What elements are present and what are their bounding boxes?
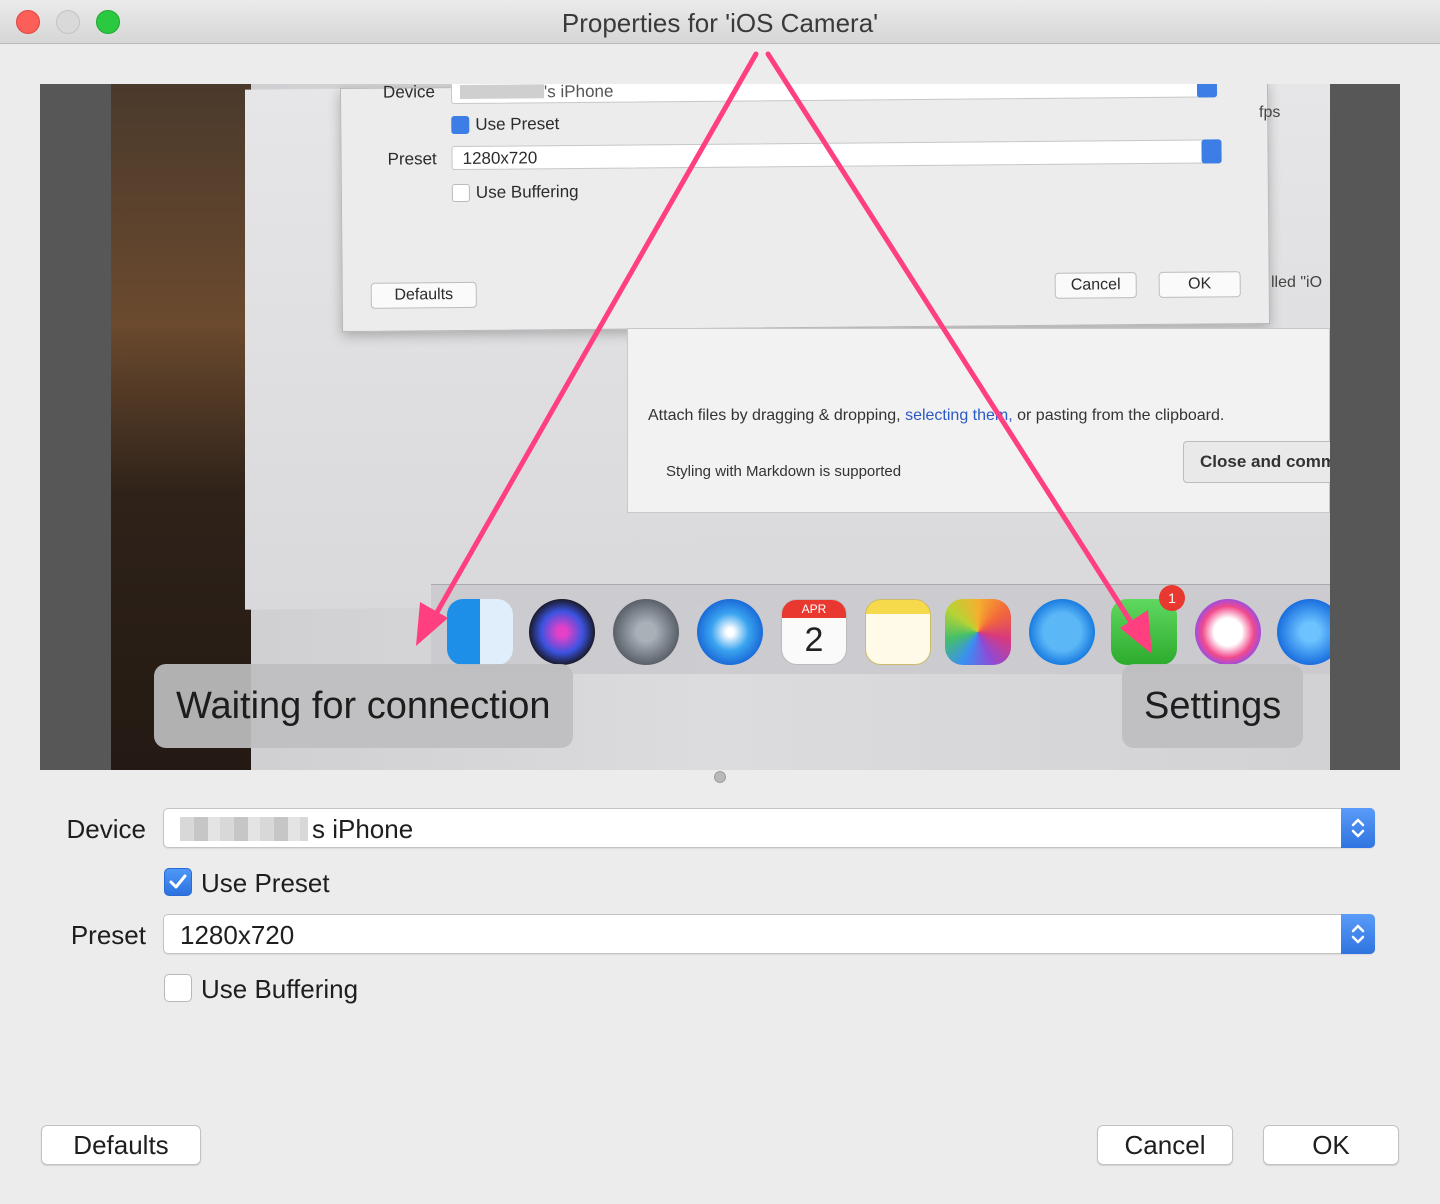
device-select-value: s iPhone [180, 814, 413, 845]
photo-attach-prefix: Attach files by dragging & dropping, [648, 407, 901, 424]
preset-select[interactable]: 1280x720 [163, 914, 1375, 954]
siri-icon [529, 599, 595, 665]
preset-label: Preset [70, 920, 146, 950]
preview-resize-handle[interactable] [714, 771, 726, 783]
photo-side-called-text: lled "iO [1271, 274, 1323, 291]
photo-dock: APR 2 1 [431, 584, 1330, 674]
finder-icon [447, 599, 513, 665]
photo-attach-suffix: or pasting from the clipboard. [1017, 407, 1225, 424]
use-buffering-checkbox[interactable] [164, 974, 192, 1002]
preset-stepper[interactable] [1341, 914, 1375, 954]
device-stepper[interactable] [1341, 808, 1375, 848]
window-title: Properties for 'iOS Camera' [561, 8, 879, 38]
photo-fps-text: fps [1259, 104, 1281, 121]
photo-buffering-checkbox [451, 183, 470, 203]
photo-device-stepper [1196, 84, 1218, 98]
itunes-icon [1195, 599, 1261, 665]
safari-icon [697, 599, 763, 665]
chevron-up-down-icon [1351, 924, 1365, 944]
photo-attach-text: Attach files by dragging & dropping, sel… [648, 407, 1224, 425]
calendar-month: APR [782, 600, 846, 618]
photos-icon [945, 599, 1011, 665]
facetime-badge: 1 [1159, 585, 1185, 611]
photo-defaults-button: Defaults [370, 281, 477, 309]
device-select-text: s iPhone [312, 814, 414, 844]
photo-preset-value: 1280x720 [462, 148, 538, 168]
app-store-icon [1277, 599, 1330, 665]
photo-cancel-button: Cancel [1054, 272, 1137, 299]
settings-overlay-button[interactable]: Settings [1122, 664, 1304, 748]
photo-use-preset-label: Use Preset [475, 114, 560, 134]
photo-device-field: 's iPhone [450, 84, 1218, 105]
use-preset-label[interactable]: Use Preset [201, 868, 330, 899]
checkmark-icon [169, 874, 187, 889]
notes-icon [865, 599, 931, 665]
photo-attach-link: selecting them, [905, 407, 1013, 424]
preset-select-value: 1280x720 [180, 920, 295, 950]
photo-use-buffering-label: Use Buffering [475, 181, 579, 202]
use-preset-checkbox[interactable] [164, 868, 192, 896]
waiting-for-connection-label: Waiting for connection [154, 664, 573, 748]
title-bar: Properties for 'iOS Camera' [0, 0, 1440, 44]
defaults-button[interactable]: Defaults [41, 1125, 201, 1165]
photo-markdown-text: Styling with Markdown is supported [666, 463, 902, 480]
device-label: Device [66, 814, 146, 844]
facetime-icon: 1 [1111, 585, 1185, 665]
photo-preset-label: Preset [387, 149, 437, 169]
use-buffering-label[interactable]: Use Buffering [201, 974, 358, 1005]
messages-icon [1029, 599, 1095, 665]
cancel-button[interactable]: Cancel [1097, 1125, 1233, 1165]
photo-ok-button: OK [1158, 271, 1241, 298]
photo-device-label: Device [382, 84, 436, 102]
photo-preset-stepper [1201, 139, 1222, 164]
calendar-day: 2 [804, 621, 824, 659]
photo-close-comment-button: Close and comm [1183, 441, 1330, 483]
calendar-icon: APR 2 [781, 599, 847, 665]
photo-device-value: 's iPhone [459, 84, 614, 103]
photo-preset-field: 1280x720 [451, 139, 1222, 171]
chevron-up-down-icon [1351, 818, 1365, 838]
device-select[interactable]: s iPhone [163, 808, 1375, 848]
redacted-name [180, 817, 308, 841]
photo-dialog: Device 's iPhone Use Preset Preset 1280x… [339, 84, 1271, 333]
ok-button[interactable]: OK [1263, 1125, 1399, 1165]
launchpad-icon [613, 599, 679, 665]
photo-device-value-text: 's iPhone [543, 84, 614, 102]
photo-preset-checkbox [451, 115, 470, 135]
photo-github-comment-box: Attach files by dragging & dropping, sel… [627, 328, 1330, 513]
properties-window: Properties for 'iOS Camera' Device 's iP… [0, 0, 1440, 1204]
